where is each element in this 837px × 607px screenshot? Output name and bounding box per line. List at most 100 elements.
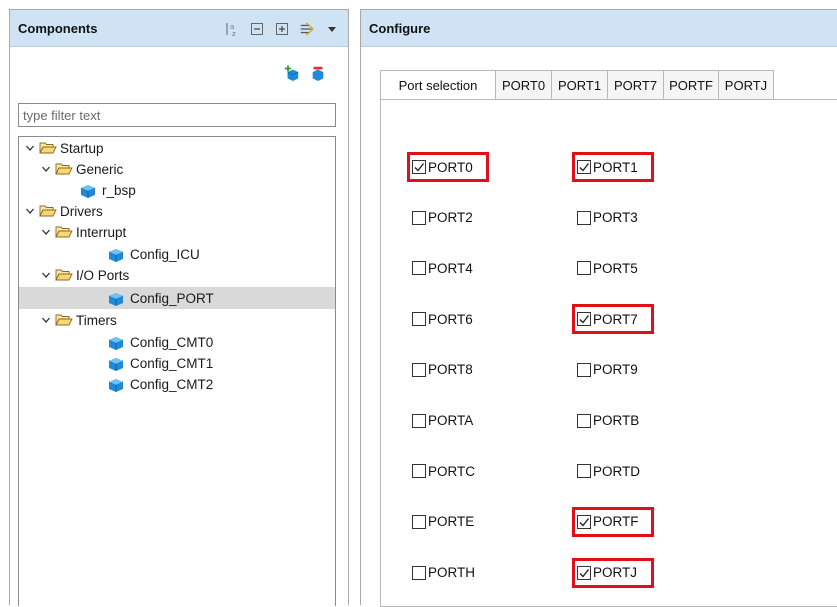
checkbox-checked-icon[interactable] — [577, 514, 591, 529]
chevron-down-icon[interactable] — [39, 225, 53, 239]
component-icon — [107, 376, 125, 392]
port-checkbox-port5[interactable]: PORT5 — [577, 257, 638, 279]
checkbox-unchecked-icon[interactable] — [412, 514, 426, 529]
tree-item-label: I/O Ports — [76, 267, 130, 283]
port-label: PORTF — [593, 514, 639, 530]
svg-text:z: z — [232, 30, 236, 37]
tree-item-label: Timers — [76, 312, 117, 328]
port-checkbox-port1[interactable]: PORT1 — [577, 156, 638, 178]
port-label: PORT6 — [428, 311, 473, 327]
port-checkbox-port2[interactable]: PORT2 — [412, 207, 473, 229]
checkbox-unchecked-icon[interactable] — [577, 464, 591, 479]
port-label: PORTH — [428, 565, 476, 581]
checkbox-unchecked-icon[interactable] — [412, 362, 426, 377]
port-checkbox-porta[interactable]: PORTA — [412, 410, 473, 432]
port-label: PORTA — [428, 413, 474, 428]
folder-open-icon — [55, 268, 73, 282]
tab-label: PORT0 — [501, 77, 546, 93]
tab-portf[interactable]: PORTF — [664, 70, 719, 100]
tab-portj[interactable]: PORTJ — [719, 70, 774, 100]
remove-component-icon[interactable] — [310, 65, 326, 81]
tab-port-selection[interactable]: Port selection — [380, 70, 496, 101]
port-checkbox-port3[interactable]: PORT3 — [577, 207, 638, 229]
tab-label: PORT7 — [613, 77, 658, 93]
chevron-down-icon[interactable] — [23, 141, 37, 155]
chevron-down-icon[interactable] — [39, 162, 53, 176]
folder-open-icon — [39, 141, 57, 155]
tree-item-label: r_bsp — [102, 182, 136, 198]
tree-item-startup[interactable]: Startup — [19, 138, 335, 158]
tree-item-config-cmt2[interactable]: Config_CMT2 — [19, 374, 335, 394]
tree-item-generic[interactable]: Generic — [19, 159, 335, 179]
port-checkbox-portc[interactable]: PORTC — [412, 460, 475, 482]
tree-item-config-port[interactable]: Config_PORT — [19, 287, 335, 309]
port-checkbox-port7[interactable]: PORT7 — [577, 308, 638, 330]
expand-all-icon[interactable] — [274, 21, 290, 37]
port-checkbox-port8[interactable]: PORT8 — [412, 359, 473, 381]
checkbox-checked-icon[interactable] — [577, 312, 591, 327]
port-checkbox-portf[interactable]: PORTF — [577, 511, 639, 533]
checkbox-unchecked-icon[interactable] — [577, 413, 591, 428]
checkbox-unchecked-icon[interactable] — [577, 210, 591, 225]
filter-options-icon[interactable] — [299, 21, 315, 37]
add-component-icon[interactable] — [284, 65, 300, 81]
checkbox-unchecked-icon[interactable] — [412, 261, 426, 276]
components-toolbar: az — [224, 10, 340, 47]
component-icon — [79, 182, 97, 198]
configure-title: Configure — [369, 20, 431, 36]
configure-header: Configure — [361, 10, 837, 47]
folder-open-icon — [55, 313, 73, 327]
port-checkbox-port4[interactable]: PORT4 — [412, 257, 473, 279]
port-checkbox-porth[interactable]: PORTH — [412, 562, 475, 584]
dropdown-arrow-icon[interactable] — [324, 21, 340, 37]
tree-item-config-cmt1[interactable]: Config_CMT1 — [19, 353, 335, 373]
port-checkbox-port6[interactable]: PORT6 — [412, 308, 473, 330]
tree-item-label: Generic — [76, 161, 124, 177]
port-label: PORT9 — [593, 362, 638, 378]
checkbox-unchecked-icon[interactable] — [412, 565, 426, 580]
tab-port0[interactable]: PORT0 — [496, 70, 552, 100]
checkbox-unchecked-icon[interactable] — [577, 261, 591, 276]
tree-item-interrupt[interactable]: Interrupt — [19, 222, 335, 242]
checkbox-unchecked-icon[interactable] — [412, 464, 426, 479]
port-checkbox-portb[interactable]: PORTB — [577, 410, 639, 432]
tab-port1[interactable]: PORT1 — [552, 70, 608, 100]
port-selection-content: PORT0 PORT1 PORT2 PORT3 PORT4 PORT5 PORT6 PORT7… — [380, 99, 837, 607]
components-panel: Components az Startup — [9, 9, 349, 606]
tab-label: Port selection — [398, 78, 478, 93]
tree-item-io-ports[interactable]: I/O Ports — [19, 265, 335, 285]
tree-item-label: Config_ICU — [130, 246, 200, 262]
tree-item-drivers[interactable]: Drivers — [19, 201, 335, 221]
port-checkbox-port0[interactable]: PORT0 — [412, 156, 473, 178]
port-checkbox-porte[interactable]: PORTE — [412, 511, 474, 533]
tree-item-r-bsp[interactable]: r_bsp — [19, 180, 335, 200]
tree-item-config-icu[interactable]: Config_ICU — [19, 244, 335, 264]
port-label: PORT3 — [593, 210, 638, 226]
chevron-down-icon[interactable] — [23, 204, 37, 218]
tree-item-label: Config_PORT — [130, 290, 214, 306]
sort-alpha-icon[interactable]: az — [224, 21, 240, 37]
checkbox-unchecked-icon[interactable] — [577, 362, 591, 377]
port-label: PORT1 — [593, 159, 638, 175]
port-checkbox-portd[interactable]: PORTD — [577, 460, 640, 482]
port-checkbox-portj[interactable]: PORTJ — [577, 562, 637, 584]
filter-input[interactable] — [18, 103, 336, 127]
checkbox-unchecked-icon[interactable] — [412, 413, 426, 428]
checkbox-checked-icon[interactable] — [577, 565, 591, 580]
port-checkbox-port9[interactable]: PORT9 — [577, 359, 638, 381]
chevron-down-icon[interactable] — [39, 313, 53, 327]
tab-port7[interactable]: PORT7 — [608, 70, 664, 100]
checkbox-checked-icon[interactable] — [577, 160, 591, 174]
checkbox-checked-icon[interactable] — [412, 160, 426, 174]
chevron-down-icon[interactable] — [39, 268, 53, 282]
checkbox-unchecked-icon[interactable] — [412, 312, 426, 327]
collapse-all-icon[interactable] — [249, 21, 265, 37]
tab-label: PORTF — [669, 77, 713, 93]
folder-open-icon — [39, 204, 57, 218]
folder-open-icon — [55, 225, 73, 239]
tab-label: PORT1 — [557, 77, 602, 93]
tree-item-timers[interactable]: Timers — [19, 310, 335, 330]
tree-item-label: Config_CMT0 — [130, 334, 214, 350]
checkbox-unchecked-icon[interactable] — [412, 210, 426, 225]
tree-item-config-cmt0[interactable]: Config_CMT0 — [19, 332, 335, 352]
